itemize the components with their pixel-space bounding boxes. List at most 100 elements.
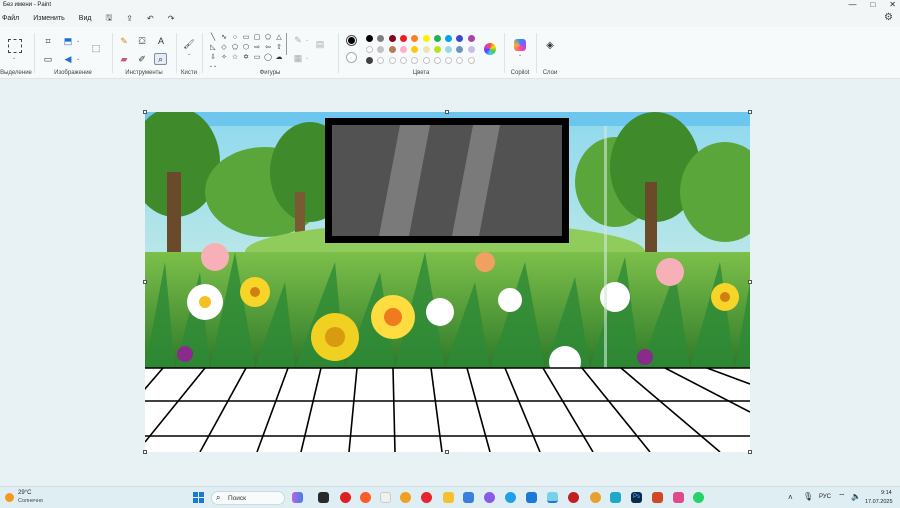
yandex-icon[interactable] bbox=[340, 492, 351, 503]
resize-handle-bottom[interactable] bbox=[445, 450, 449, 454]
app-icon-7[interactable] bbox=[610, 492, 621, 503]
palette-swatch[interactable] bbox=[433, 46, 441, 53]
palette-swatch[interactable] bbox=[456, 57, 464, 64]
palette-swatch[interactable] bbox=[467, 57, 475, 64]
menu-view[interactable]: Вид bbox=[79, 15, 92, 22]
palette-swatch[interactable] bbox=[399, 46, 407, 53]
magnifier-icon[interactable]: ⌕ bbox=[154, 53, 167, 65]
triangle-shape-icon[interactable]: △ bbox=[274, 33, 284, 42]
paint-app-icon[interactable] bbox=[547, 492, 558, 503]
clock-time[interactable]: 9:14 bbox=[881, 490, 892, 496]
palette-swatch[interactable] bbox=[445, 57, 453, 64]
fill-shape-icon[interactable]: ▦ bbox=[292, 53, 304, 63]
resize-handle-right[interactable] bbox=[748, 280, 752, 284]
chevron-down-icon[interactable]: ⌄ bbox=[12, 55, 16, 61]
store-icon[interactable] bbox=[526, 492, 537, 503]
file-explorer-icon[interactable] bbox=[443, 492, 454, 503]
fill-icon[interactable]: ⛋ bbox=[136, 36, 148, 46]
palette-swatch[interactable] bbox=[399, 35, 407, 42]
palette-swatch[interactable] bbox=[433, 35, 441, 42]
callout-oval-shape-icon[interactable]: ◯ bbox=[263, 53, 273, 62]
app-icon-5[interactable] bbox=[568, 492, 579, 503]
resize-handle-bottom-left[interactable] bbox=[143, 450, 147, 454]
app-icon-4[interactable] bbox=[484, 492, 495, 503]
polygon-shape-icon[interactable]: ⬠ bbox=[263, 33, 273, 42]
save-icon[interactable]: 🖫 bbox=[105, 12, 112, 26]
widgets-icon[interactable] bbox=[292, 492, 303, 503]
star4-shape-icon[interactable]: ✧ bbox=[219, 53, 229, 62]
wifi-icon[interactable]: ⌔ bbox=[838, 492, 846, 502]
palette-swatch[interactable] bbox=[377, 35, 385, 42]
clock-date[interactable]: 17.07.2025 bbox=[865, 499, 893, 505]
app-icon-2[interactable] bbox=[400, 492, 411, 503]
palette-swatch[interactable] bbox=[422, 57, 430, 64]
maximize-button[interactable]: □ bbox=[870, 0, 875, 10]
image-icon[interactable]: ▭ bbox=[42, 54, 54, 64]
diamond-shape-icon[interactable]: ◇ bbox=[219, 43, 229, 52]
settings-gear-icon[interactable]: ⚙ bbox=[884, 12, 893, 23]
right-triangle-shape-icon[interactable]: ◺ bbox=[208, 43, 218, 52]
resize-handle-top-left[interactable] bbox=[143, 110, 147, 114]
star5-shape-icon[interactable]: ☆ bbox=[230, 53, 240, 62]
palette-swatch[interactable] bbox=[411, 35, 419, 42]
outline-icon[interactable]: ✎ bbox=[292, 35, 304, 45]
search-box[interactable]: ⌕ Поиск bbox=[211, 491, 285, 505]
palette-swatch[interactable] bbox=[467, 46, 475, 53]
redo-icon[interactable]: ↷ bbox=[168, 14, 175, 23]
curve-shape-icon[interactable]: ∿ bbox=[219, 33, 229, 42]
palette-swatch[interactable] bbox=[388, 57, 396, 64]
app-icon-6[interactable] bbox=[590, 492, 601, 503]
palette-swatch[interactable] bbox=[422, 35, 430, 42]
star6-shape-icon[interactable]: ✡ bbox=[241, 53, 251, 62]
callout-cloud-shape-icon[interactable]: ☁ bbox=[274, 53, 284, 62]
palette-swatch[interactable] bbox=[456, 46, 464, 53]
palette-swatch[interactable] bbox=[388, 46, 396, 53]
yandex-browser-icon[interactable] bbox=[380, 492, 391, 503]
rectangle-shape-icon[interactable]: ▭ bbox=[241, 33, 251, 42]
arrow-down-shape-icon[interactable]: ⇩ bbox=[208, 53, 218, 62]
rotate-icon[interactable]: ◀ bbox=[62, 54, 74, 64]
close-button[interactable]: ✕ bbox=[889, 0, 896, 10]
whatsapp-icon[interactable] bbox=[693, 492, 704, 503]
pentagon-shape-icon[interactable]: ⬠ bbox=[230, 43, 240, 52]
rounded-rect-shape-icon[interactable]: ▢ bbox=[252, 33, 262, 42]
palette-swatch[interactable] bbox=[388, 35, 396, 42]
shape-style-icon[interactable]: ▤ bbox=[314, 39, 326, 49]
palette-swatch[interactable] bbox=[366, 57, 373, 64]
start-windows-icon[interactable] bbox=[193, 492, 204, 503]
callout-rect-shape-icon[interactable]: ▭ bbox=[252, 53, 262, 62]
primary-color[interactable] bbox=[346, 35, 357, 46]
task-view-icon[interactable] bbox=[318, 492, 329, 503]
edit-colors-icon[interactable] bbox=[484, 43, 496, 55]
copilot-icon[interactable] bbox=[514, 39, 526, 51]
arrow-left-shape-icon[interactable]: ⇦ bbox=[263, 43, 273, 52]
color-picker-icon[interactable]: ✐ bbox=[136, 54, 148, 64]
opera-icon[interactable] bbox=[421, 492, 432, 503]
resize-handle-top[interactable] bbox=[445, 110, 449, 114]
weather-desc[interactable]: Солнечно bbox=[18, 498, 43, 504]
palette-swatch[interactable] bbox=[467, 35, 475, 42]
weather-sun-icon[interactable] bbox=[5, 493, 14, 502]
palette-swatch[interactable] bbox=[422, 46, 430, 53]
palette-swatch[interactable] bbox=[399, 57, 407, 64]
selection-icon[interactable] bbox=[8, 39, 22, 53]
weather-temp[interactable]: 29°C bbox=[18, 490, 31, 496]
image-select-icon[interactable]: ⬚ bbox=[90, 43, 102, 53]
palette-swatch[interactable] bbox=[433, 57, 441, 64]
palette-swatch[interactable] bbox=[411, 57, 419, 64]
resize-handle-left[interactable] bbox=[143, 280, 147, 284]
share-icon[interactable]: ⇪ bbox=[126, 14, 133, 23]
app-icon-1[interactable] bbox=[360, 492, 371, 503]
resize-icon[interactable]: ⬒ bbox=[62, 36, 74, 46]
menu-file[interactable]: Файл bbox=[2, 15, 19, 22]
pencil-icon[interactable]: ✎ bbox=[118, 36, 130, 46]
photoshop-icon[interactable]: Ps bbox=[631, 492, 642, 503]
palette-swatch[interactable] bbox=[377, 46, 385, 53]
palette-swatch[interactable] bbox=[411, 46, 419, 53]
arrow-up-shape-icon[interactable]: ⇧ bbox=[274, 43, 284, 52]
app-icon-3[interactable] bbox=[463, 492, 474, 503]
app-icon-8[interactable] bbox=[673, 492, 684, 503]
line-shape-icon[interactable]: ╲ bbox=[208, 33, 218, 42]
palette-swatch[interactable] bbox=[366, 46, 373, 53]
powerpoint-icon[interactable] bbox=[652, 492, 663, 503]
